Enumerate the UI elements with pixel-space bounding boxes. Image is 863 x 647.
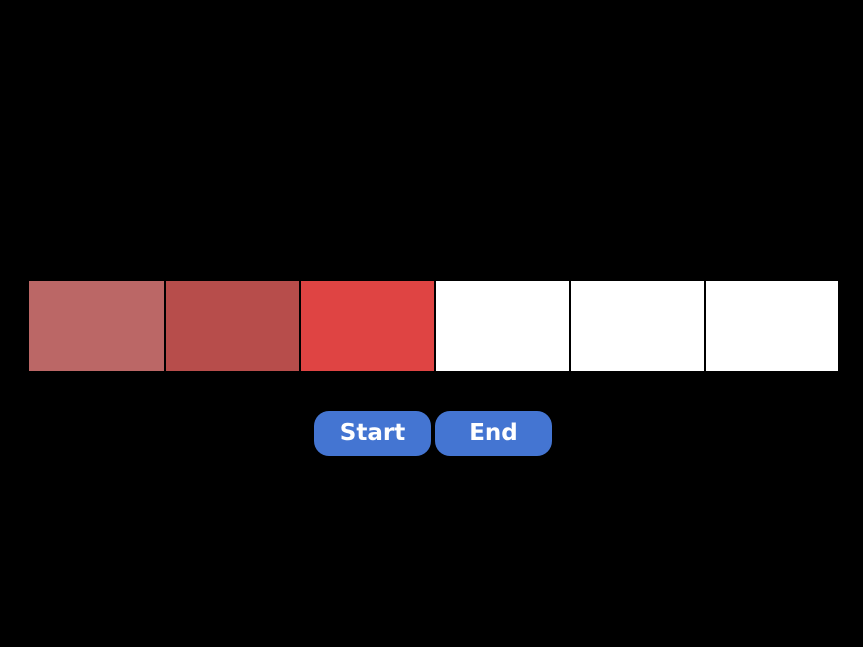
color-swatch-5[interactable] <box>569 281 704 371</box>
color-swatch-2[interactable] <box>164 281 299 371</box>
start-button[interactable]: Start <box>314 411 431 456</box>
control-buttons: Start End <box>314 411 552 456</box>
color-swatch-3[interactable] <box>299 281 434 371</box>
color-swatch-1[interactable] <box>29 281 164 371</box>
color-swatch-4[interactable] <box>434 281 569 371</box>
end-button[interactable]: End <box>435 411 552 456</box>
color-swatch-row <box>29 281 838 371</box>
color-swatch-6[interactable] <box>704 281 838 371</box>
game-stage: Start End <box>0 0 863 647</box>
